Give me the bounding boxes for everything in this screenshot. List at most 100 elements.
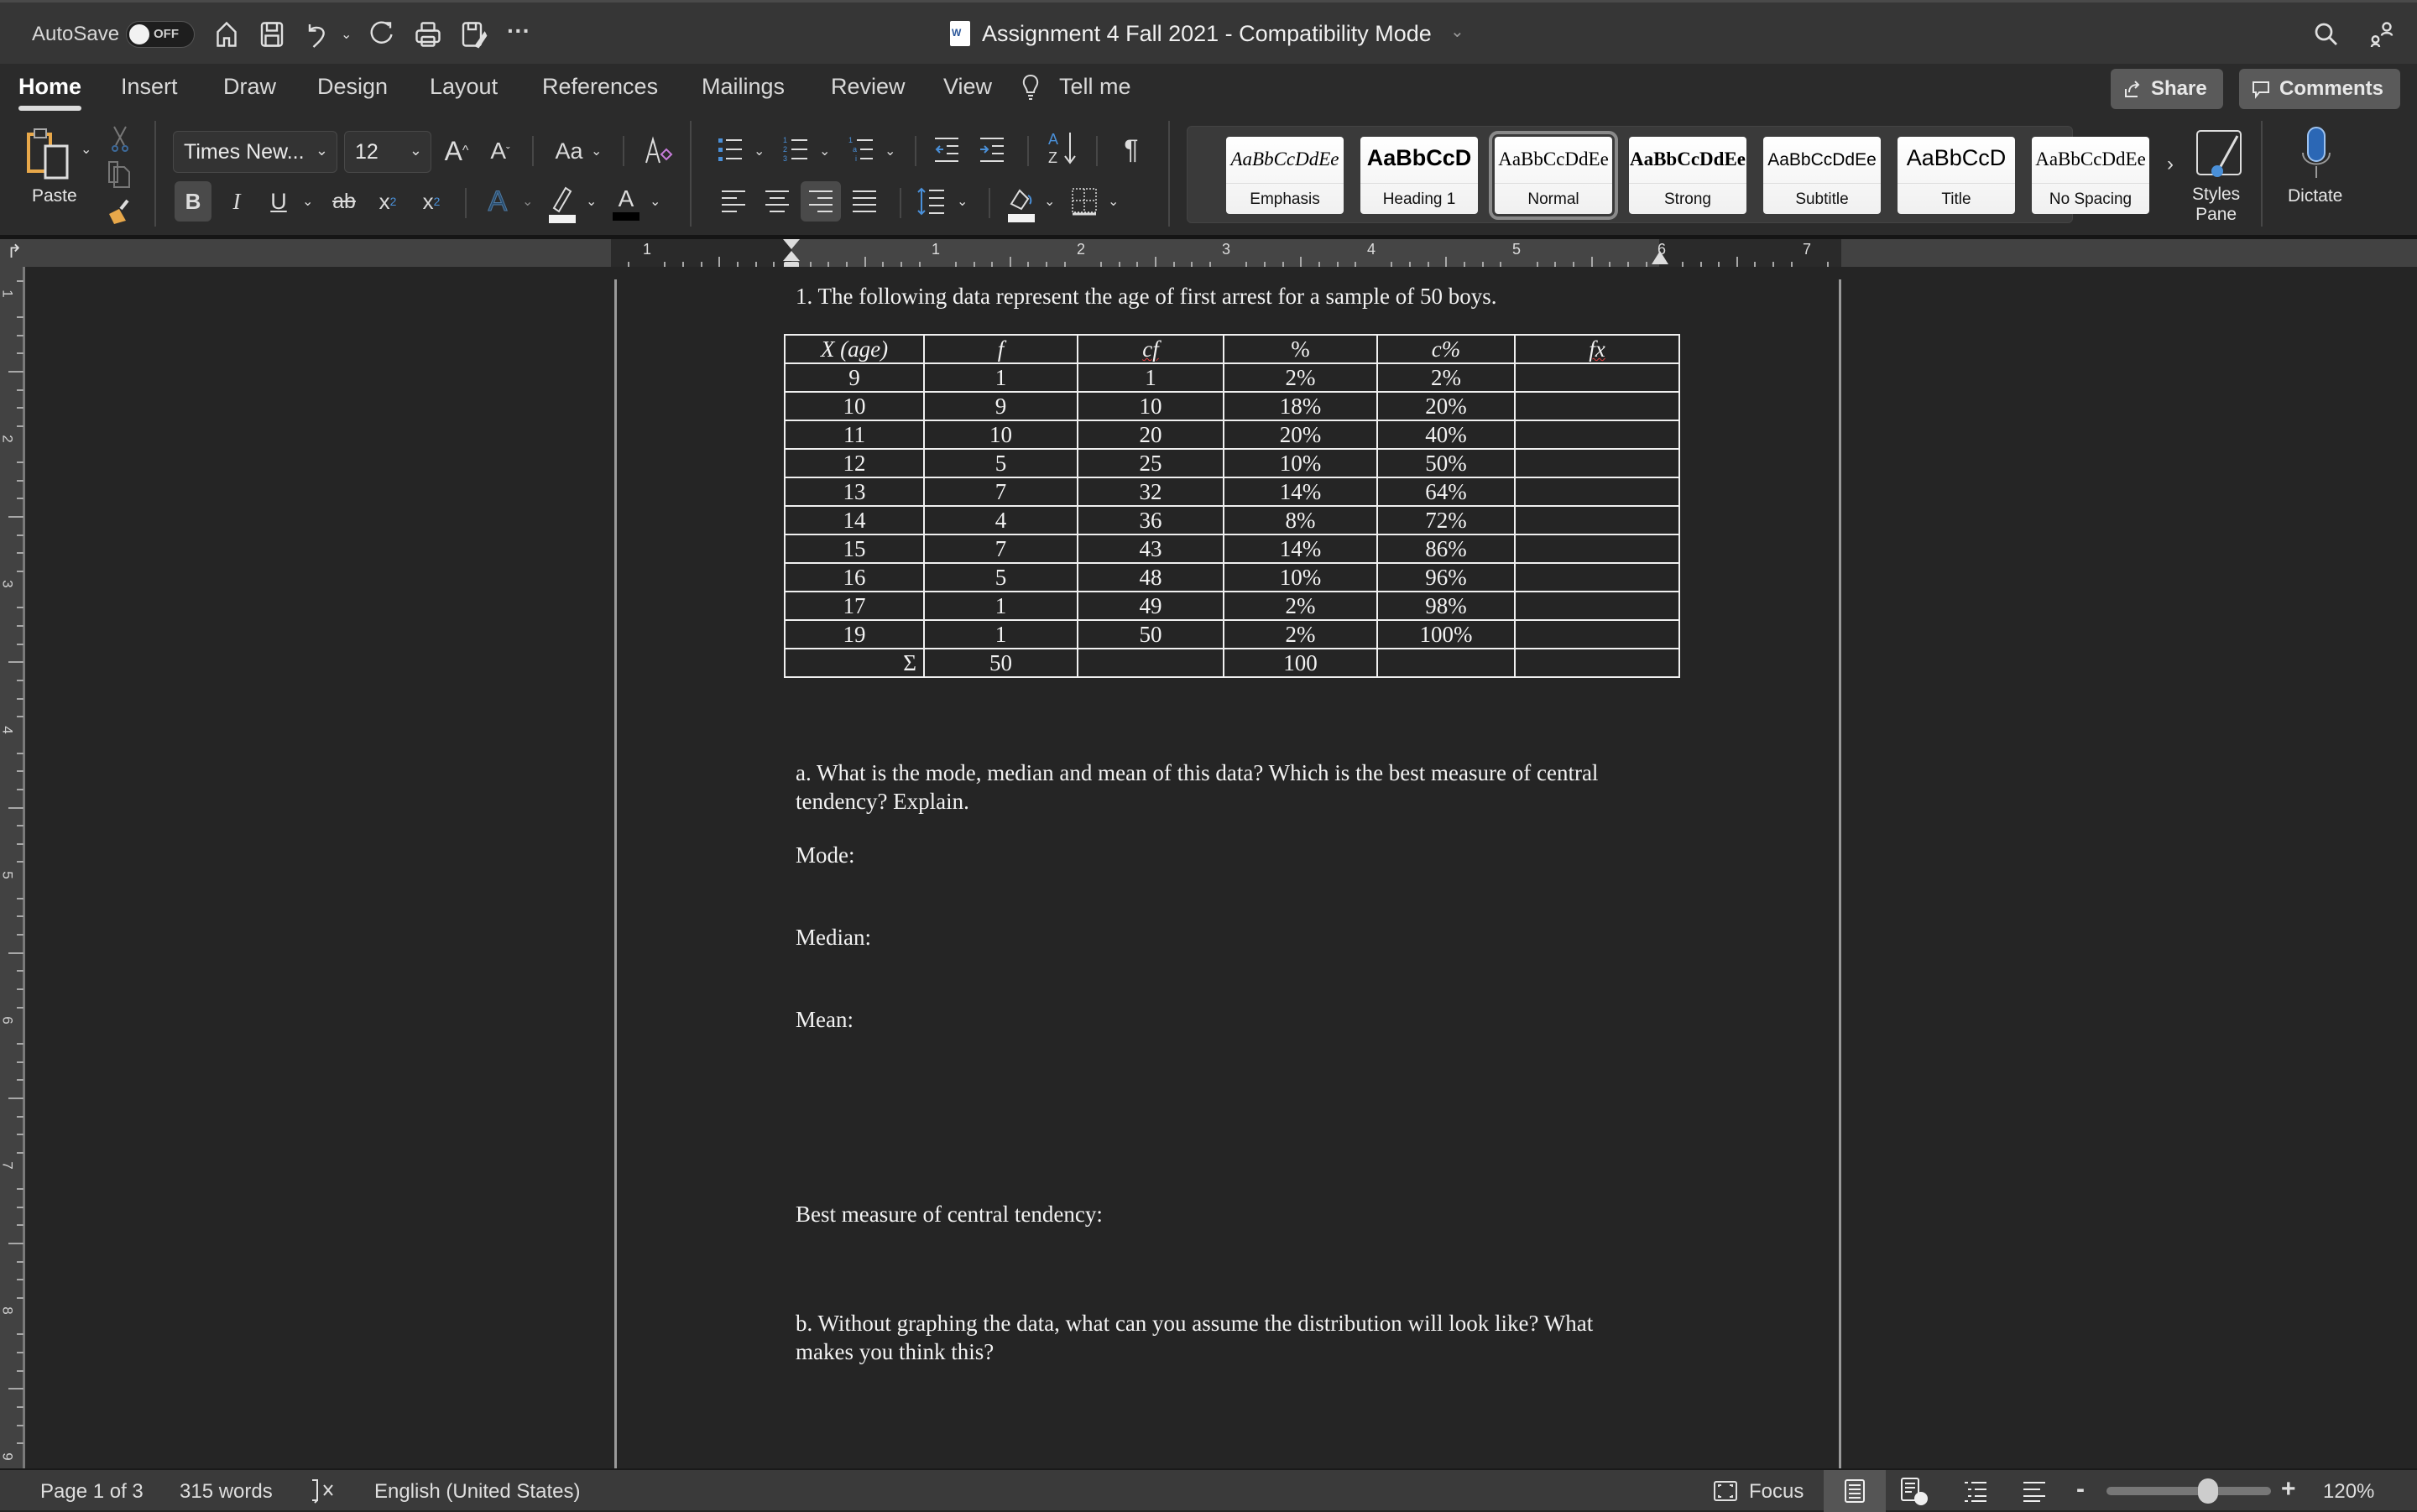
title-dropdown-chevron-icon[interactable]: ⌄ bbox=[1450, 21, 1464, 42]
table-cell[interactable]: 7 bbox=[923, 534, 1078, 564]
table-cell[interactable]: 9 bbox=[923, 391, 1078, 421]
zoom-slider[interactable] bbox=[2106, 1487, 2271, 1495]
table-cell[interactable]: 25 bbox=[1077, 448, 1224, 478]
align-right-icon[interactable] bbox=[801, 181, 841, 222]
zoom-slider-thumb[interactable] bbox=[2197, 1478, 2218, 1504]
table-cell[interactable]: 48 bbox=[1077, 562, 1224, 592]
table-cell[interactable]: 10 bbox=[1077, 391, 1224, 421]
table-cell[interactable] bbox=[1514, 420, 1680, 450]
tab-mailings[interactable]: Mailings bbox=[702, 74, 785, 100]
underline-button[interactable]: U bbox=[262, 181, 295, 222]
font-color-chevron-icon[interactable]: ⌄ bbox=[650, 193, 660, 210]
zoom-level[interactable]: 120% bbox=[2323, 1480, 2374, 1504]
frequency-table[interactable]: X (age) f cf % c% fx 9 1 1 2% 2% 10 9 10 18% 20% 1… bbox=[784, 334, 1680, 678]
sigma-label-cell[interactable]: Σ bbox=[784, 648, 925, 678]
redo-icon[interactable] bbox=[368, 19, 398, 50]
page-count[interactable]: Page 1 of 3 bbox=[40, 1480, 144, 1504]
table-cell[interactable] bbox=[1376, 648, 1516, 678]
question-a[interactable]: a. What is the mode, median and mean of … bbox=[796, 759, 1598, 816]
table-cell[interactable]: 2% bbox=[1223, 362, 1378, 393]
strikethrough-button[interactable]: ab bbox=[326, 181, 363, 222]
style-no-spacing[interactable]: AaBbCcDdEe No Spacing bbox=[2032, 137, 2149, 214]
clear-formatting-icon[interactable] bbox=[639, 133, 676, 169]
table-cell[interactable]: 50 bbox=[923, 648, 1078, 678]
document-title[interactable]: Assignment 4 Fall 2021 - Compatibility M… bbox=[982, 21, 1432, 47]
cut-icon[interactable] bbox=[107, 124, 133, 154]
font-name-dropdown[interactable]: Times New... ⌄ bbox=[173, 131, 337, 173]
table-cell[interactable]: 98% bbox=[1376, 591, 1516, 621]
document-area[interactable]: 1. The following data represent the age … bbox=[25, 267, 2417, 1468]
table-cell[interactable]: 50% bbox=[1376, 448, 1516, 478]
table-cell[interactable]: 17 bbox=[784, 591, 925, 621]
table-cell[interactable]: 50 bbox=[1077, 619, 1224, 649]
format-painter-icon[interactable] bbox=[104, 196, 134, 227]
web-layout-view-icon[interactable] bbox=[1898, 1477, 1929, 1505]
table-cell[interactable]: 10 bbox=[784, 391, 925, 421]
table-cell[interactable]: 5 bbox=[923, 448, 1078, 478]
table-cell[interactable] bbox=[1514, 391, 1680, 421]
table-cell[interactable]: 14% bbox=[1223, 477, 1378, 507]
font-size-dropdown[interactable]: 12 ⌄ bbox=[344, 131, 431, 173]
style-emphasis[interactable]: AaBbCcDdEe Emphasis bbox=[1226, 137, 1344, 214]
table-cell[interactable]: 9 bbox=[784, 362, 925, 393]
text-effects-chevron-icon[interactable]: ⌄ bbox=[522, 193, 533, 210]
home-icon[interactable] bbox=[211, 19, 242, 50]
share-people-icon[interactable] bbox=[2367, 19, 2397, 50]
zoom-out-button[interactable]: - bbox=[2076, 1475, 2085, 1504]
table-cell[interactable]: 20 bbox=[1077, 420, 1224, 450]
header-cumulative-percent[interactable]: c% bbox=[1376, 334, 1516, 364]
table-cell[interactable] bbox=[1077, 648, 1224, 678]
table-cell[interactable]: 10 bbox=[923, 420, 1078, 450]
table-cell[interactable] bbox=[1514, 505, 1680, 535]
font-color-button[interactable]: A bbox=[608, 181, 645, 225]
multilevel-chevron-icon[interactable]: ⌄ bbox=[885, 143, 895, 159]
save-icon[interactable] bbox=[257, 19, 287, 50]
shading-chevron-icon[interactable]: ⌄ bbox=[1044, 193, 1055, 210]
outline-view-icon[interactable] bbox=[1960, 1477, 1991, 1505]
superscript-button[interactable]: x2 bbox=[415, 181, 448, 222]
table-cell[interactable]: 2% bbox=[1223, 619, 1378, 649]
align-left-icon[interactable] bbox=[718, 183, 749, 220]
table-cell[interactable]: 96% bbox=[1376, 562, 1516, 592]
focus-button[interactable]: Focus bbox=[1749, 1480, 1804, 1504]
borders-chevron-icon[interactable]: ⌄ bbox=[1108, 193, 1119, 210]
paste-dropdown-chevron-icon[interactable]: ⌄ bbox=[81, 141, 91, 158]
table-cell[interactable]: 1 bbox=[923, 591, 1078, 621]
table-cell[interactable]: 18% bbox=[1223, 391, 1378, 421]
tab-view[interactable]: View bbox=[943, 74, 992, 100]
focus-icon[interactable] bbox=[1710, 1477, 1741, 1505]
styles-pane-icon[interactable] bbox=[2194, 128, 2244, 181]
change-case-button[interactable]: Aa bbox=[551, 133, 587, 169]
table-cell[interactable]: 1 bbox=[923, 619, 1078, 649]
table-cell[interactable] bbox=[1514, 362, 1680, 393]
justify-icon[interactable] bbox=[849, 183, 880, 220]
line-spacing-icon[interactable] bbox=[915, 183, 948, 220]
draft-view-icon[interactable] bbox=[2019, 1477, 2049, 1505]
tab-references[interactable]: References bbox=[542, 74, 658, 100]
print-icon[interactable] bbox=[413, 19, 443, 50]
dictate-label[interactable]: Dictate bbox=[2288, 186, 2342, 206]
word-count[interactable]: 315 words bbox=[180, 1480, 273, 1504]
tell-me-search[interactable]: Tell me bbox=[1059, 74, 1131, 100]
table-cell[interactable]: 13 bbox=[784, 477, 925, 507]
table-cell[interactable]: 32 bbox=[1077, 477, 1224, 507]
print-layout-view-icon[interactable] bbox=[1824, 1470, 1886, 1512]
table-cell[interactable]: 7 bbox=[923, 477, 1078, 507]
header-fx[interactable]: fx bbox=[1514, 334, 1680, 364]
text-effects-button[interactable]: A bbox=[480, 181, 515, 222]
best-measure-label[interactable]: Best measure of central tendency: bbox=[796, 1200, 1103, 1228]
table-cell[interactable]: 100% bbox=[1376, 619, 1516, 649]
table-cell[interactable] bbox=[1514, 591, 1680, 621]
autosave-toggle[interactable]: OFF bbox=[126, 21, 195, 48]
table-cell[interactable]: 11 bbox=[784, 420, 925, 450]
highlight-chevron-icon[interactable]: ⌄ bbox=[586, 193, 597, 210]
table-cell[interactable]: 36 bbox=[1077, 505, 1224, 535]
mode-label[interactable]: Mode: bbox=[796, 841, 855, 869]
style-title[interactable]: AaBbCcD Title bbox=[1898, 137, 2015, 214]
table-cell[interactable] bbox=[1514, 477, 1680, 507]
undo-icon[interactable] bbox=[302, 19, 332, 50]
microphone-icon[interactable] bbox=[2298, 124, 2335, 183]
table-cell[interactable]: 14 bbox=[784, 505, 925, 535]
header-percent[interactable]: % bbox=[1223, 334, 1378, 364]
share-button[interactable]: Share bbox=[2111, 69, 2223, 109]
